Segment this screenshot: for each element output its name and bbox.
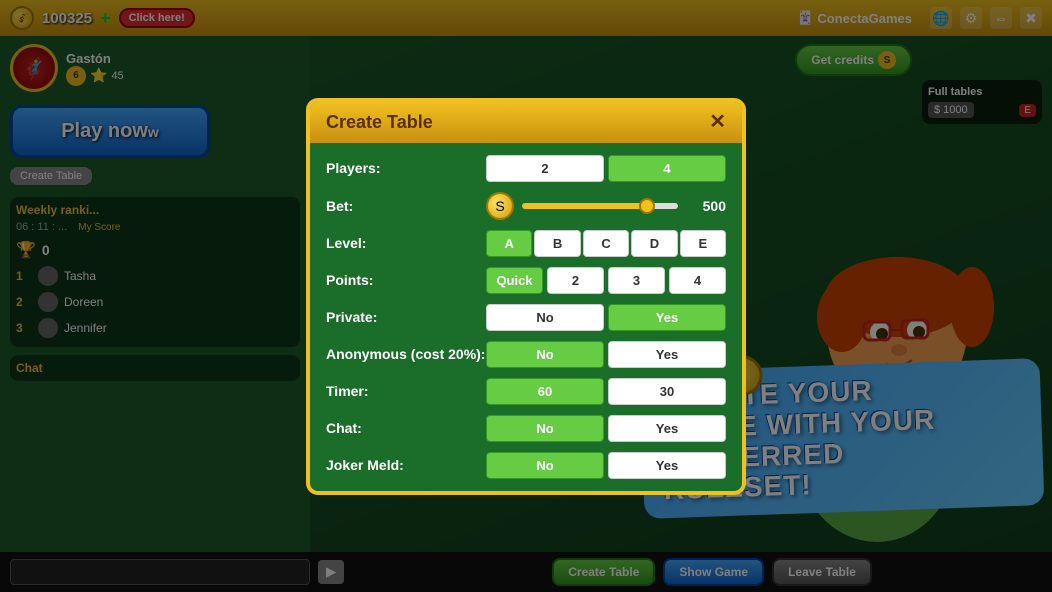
players-row: Players: 2 4 (326, 155, 726, 182)
private-label: Private: (326, 309, 486, 325)
level-b-button[interactable]: B (534, 230, 580, 257)
level-c-button[interactable]: C (583, 230, 629, 257)
players-2-button[interactable]: 2 (486, 155, 604, 182)
points-controls: Quick 2 3 4 (486, 267, 726, 294)
points-4-button[interactable]: 4 (669, 267, 726, 294)
bet-slider[interactable] (522, 203, 678, 209)
private-no-button[interactable]: No (486, 304, 604, 331)
anonymous-no-button[interactable]: No (486, 341, 604, 368)
chat-row: Chat: No Yes (326, 415, 726, 442)
joker-meld-row: Joker Meld: No Yes (326, 452, 726, 479)
bet-label: Bet: (326, 198, 486, 214)
timer-row: Timer: 60 30 (326, 378, 726, 405)
level-row: Level: A B C D E (326, 230, 726, 257)
timer-60-button[interactable]: 60 (486, 378, 604, 405)
modal-overlay: Create Table ✕ Players: 2 4 Bet: S (0, 0, 1052, 592)
timer-label: Timer: (326, 383, 486, 399)
create-table-modal: Create Table ✕ Players: 2 4 Bet: S (306, 98, 746, 495)
modal-title: Create Table (326, 112, 433, 133)
modal-close-button[interactable]: ✕ (709, 112, 726, 132)
slider-thumb[interactable] (639, 198, 655, 214)
joker-meld-label: Joker Meld: (326, 457, 486, 473)
bet-coin-icon: S (486, 192, 514, 220)
bet-value: 500 (686, 198, 726, 214)
private-yes-button[interactable]: Yes (608, 304, 726, 331)
players-4-button[interactable]: 4 (608, 155, 726, 182)
anonymous-label: Anonymous (cost 20%): (326, 346, 486, 362)
joker-no-button[interactable]: No (486, 452, 604, 479)
anonymous-row: Anonymous (cost 20%): No Yes (326, 341, 726, 368)
timer-controls: 60 30 (486, 378, 726, 405)
modal-body: Players: 2 4 Bet: S 500 Level (310, 143, 742, 491)
level-label: Level: (326, 235, 486, 251)
level-a-button[interactable]: A (486, 230, 532, 257)
bet-row: Bet: S 500 (326, 192, 726, 220)
joker-yes-button[interactable]: Yes (608, 452, 726, 479)
chat-yes-button[interactable]: Yes (608, 415, 726, 442)
timer-30-button[interactable]: 30 (608, 378, 726, 405)
chat-controls: No Yes (486, 415, 726, 442)
level-d-button[interactable]: D (631, 230, 677, 257)
level-controls: A B C D E (486, 230, 726, 257)
anonymous-yes-button[interactable]: Yes (608, 341, 726, 368)
modal-header: Create Table ✕ (310, 102, 742, 143)
players-label: Players: (326, 160, 486, 176)
points-row: Points: Quick 2 3 4 (326, 267, 726, 294)
bet-controls: S 500 (486, 192, 726, 220)
points-3-button[interactable]: 3 (608, 267, 665, 294)
level-e-button[interactable]: E (680, 230, 726, 257)
points-label: Points: (326, 272, 486, 288)
chat-row-label: Chat: (326, 420, 486, 436)
points-2-button[interactable]: 2 (547, 267, 604, 294)
joker-meld-controls: No Yes (486, 452, 726, 479)
players-controls: 2 4 (486, 155, 726, 182)
chat-no-button[interactable]: No (486, 415, 604, 442)
private-controls: No Yes (486, 304, 726, 331)
anonymous-controls: No Yes (486, 341, 726, 368)
points-quick-button[interactable]: Quick (486, 267, 543, 294)
private-row: Private: No Yes (326, 304, 726, 331)
